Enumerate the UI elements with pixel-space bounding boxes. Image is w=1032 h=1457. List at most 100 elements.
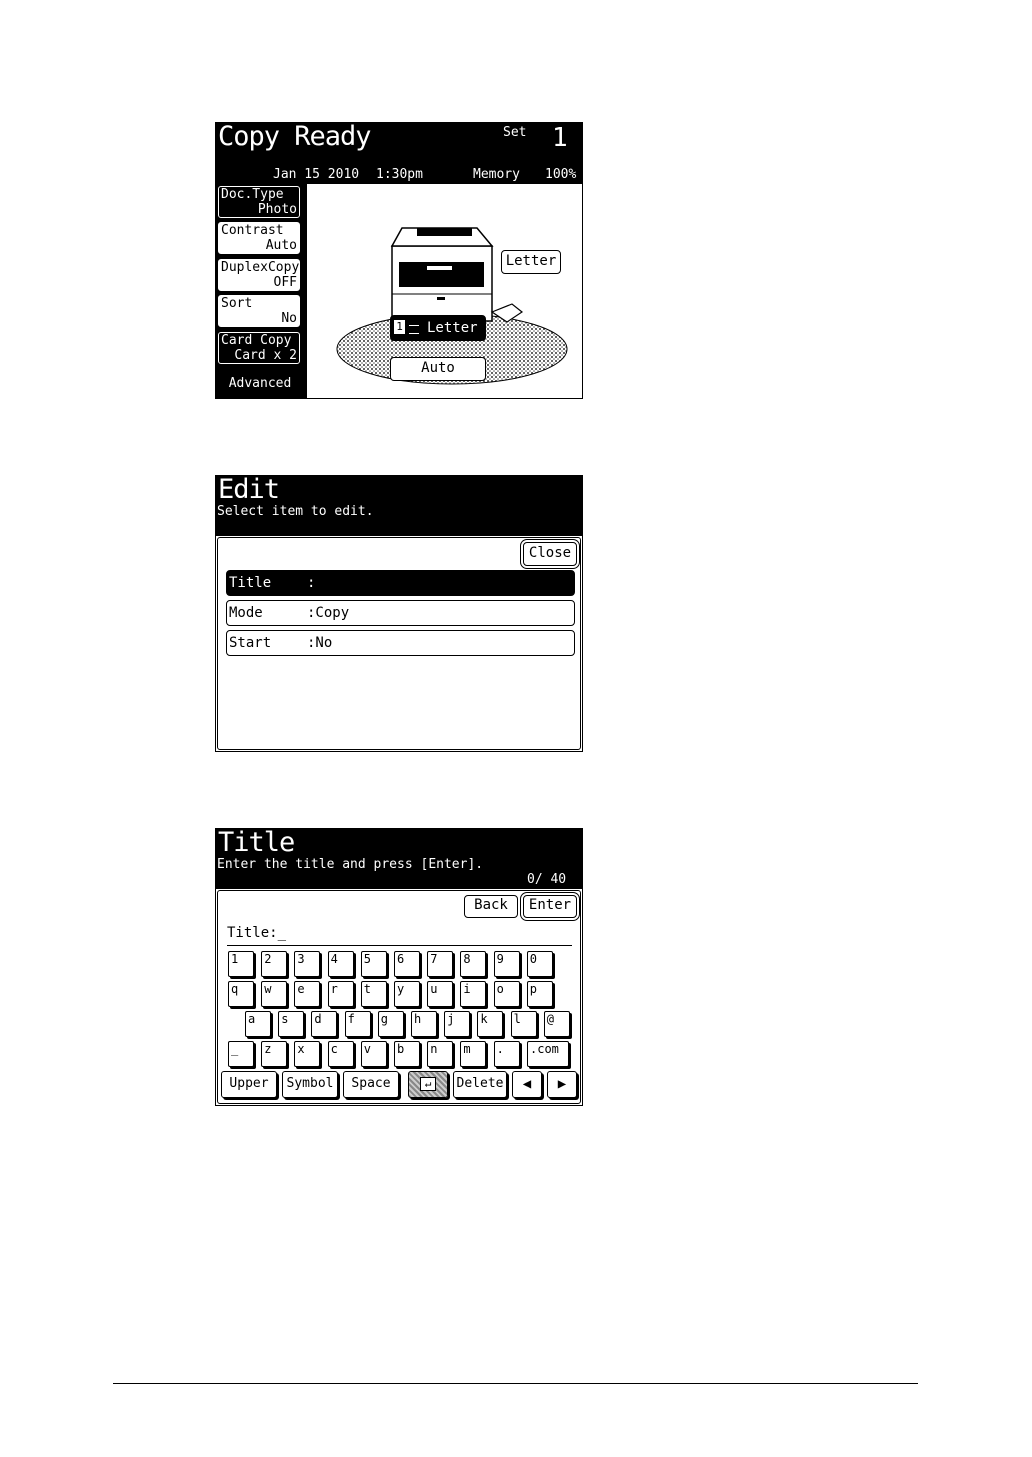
close-button[interactable]: Close <box>523 542 577 566</box>
card-copy-value: Card x 2 <box>234 348 297 363</box>
key-l[interactable]: l <box>510 1011 537 1037</box>
key-k[interactable]: k <box>477 1011 504 1037</box>
title-field[interactable]: Title:_ <box>227 925 286 941</box>
keyboard-panel: Back Enter Title:_ .com Upper Symbol Spa… <box>217 890 581 1104</box>
settings-sidebar: Doc.Type Photo Contrast Auto DuplexCopy … <box>216 184 306 398</box>
duplex-copy-label: DuplexCopy <box>221 260 300 275</box>
cursor-right-button[interactable]: ▶ <box>547 1071 577 1098</box>
key-i[interactable]: i <box>460 981 487 1007</box>
key-5[interactable]: 5 <box>360 951 387 977</box>
char-counter: 0/ 40 <box>527 872 567 887</box>
key-t[interactable]: t <box>360 981 387 1007</box>
key-f[interactable]: f <box>344 1011 371 1037</box>
key-j[interactable]: j <box>444 1011 471 1037</box>
sort-label: Sort <box>221 296 253 311</box>
enter-button[interactable]: Enter <box>523 895 577 918</box>
cursor-left-button[interactable]: ◀ <box>512 1071 542 1098</box>
edit-row-title[interactable]: Title : <box>226 570 575 596</box>
key-w[interactable]: w <box>261 981 288 1007</box>
row-value: :Copy <box>307 605 350 621</box>
symbol-button[interactable]: Symbol <box>282 1071 338 1098</box>
key-s[interactable]: s <box>278 1011 305 1037</box>
duplex-copy-button[interactable]: DuplexCopy OFF <box>218 259 300 291</box>
key-7[interactable]: 7 <box>427 951 454 977</box>
key-q[interactable]: q <box>228 981 254 1007</box>
memory-value: 100% <box>545 167 577 182</box>
title-entry-title: Title <box>218 828 295 858</box>
key-u[interactable]: u <box>427 981 454 1007</box>
date-text: Jan 15 2010 <box>273 167 360 182</box>
key-z[interactable]: z <box>261 1041 288 1067</box>
arrow-right-icon: ▶ <box>557 1076 567 1092</box>
key-d[interactable]: d <box>311 1011 338 1037</box>
set-label: Set <box>503 125 527 140</box>
key-y[interactable]: y <box>394 981 420 1007</box>
edit-panel: Close Title : Mode :Copy Start :No <box>217 537 581 750</box>
memory-label: Memory <box>473 167 520 182</box>
copy-ready-header: Copy Ready Set 1 Jan 15 2010 1:30pm Memo… <box>216 123 582 184</box>
copy-ready-title: Copy Ready <box>218 122 372 152</box>
contrast-value: Auto <box>265 238 297 253</box>
key-g[interactable]: g <box>377 1011 404 1037</box>
key-9[interactable]: 9 <box>493 951 520 977</box>
set-count: 1 <box>552 123 568 153</box>
advanced-button[interactable]: Advanced <box>216 372 304 396</box>
row-key: Start <box>229 635 272 651</box>
return-icon: ↵ <box>420 1077 436 1091</box>
tray-button[interactable]: 1 Letter <box>390 315 486 341</box>
key-at[interactable]: @ <box>543 1011 570 1037</box>
key-2[interactable]: 2 <box>261 951 288 977</box>
edit-row-mode[interactable]: Mode :Copy <box>226 600 575 626</box>
key-underscore[interactable]: _ <box>228 1041 254 1067</box>
doc-type-button[interactable]: Doc.Type Photo <box>218 186 300 218</box>
return-button[interactable]: ↵ <box>408 1071 448 1098</box>
title-entry-screen: Title Enter the title and press [Enter].… <box>215 828 583 1106</box>
key-h[interactable]: h <box>411 1011 437 1037</box>
key-8[interactable]: 8 <box>460 951 487 977</box>
edit-subtitle: Select item to edit. <box>217 504 374 519</box>
key-e[interactable]: e <box>294 981 321 1007</box>
time-text: 1:30pm <box>376 167 423 182</box>
doc-type-label: Doc.Type <box>221 187 284 202</box>
key-period[interactable]: . <box>493 1041 520 1067</box>
sort-button[interactable]: Sort No Sorting <box>218 295 300 341</box>
key-b[interactable]: b <box>394 1041 420 1067</box>
output-paper-button[interactable]: Letter <box>501 250 561 274</box>
key-a[interactable]: a <box>245 1011 271 1037</box>
key-c[interactable]: c <box>327 1041 354 1067</box>
edit-screen: Edit Select item to edit. Close Title : … <box>215 475 583 752</box>
contrast-button[interactable]: Contrast Auto <box>218 222 300 254</box>
edit-row-start[interactable]: Start :No <box>226 630 575 656</box>
card-copy-button[interactable]: Card Copy Card x 2 <box>218 332 300 364</box>
tray-number: 1 <box>394 320 405 334</box>
key-4[interactable]: 4 <box>327 951 354 977</box>
title-entry-subtitle: Enter the title and press [Enter]. <box>217 857 484 872</box>
field-underline <box>227 945 572 946</box>
key-p[interactable]: p <box>526 981 553 1007</box>
space-button[interactable]: Space <box>343 1071 399 1098</box>
key-o[interactable]: o <box>493 981 520 1007</box>
key-x[interactable]: x <box>294 1041 321 1067</box>
edit-header: Edit Select item to edit. <box>216 476 582 536</box>
row-value: :No <box>307 635 333 651</box>
contrast-label: Contrast <box>221 223 284 238</box>
doc-type-value: Photo <box>257 202 297 217</box>
upper-button[interactable]: Upper <box>221 1071 277 1098</box>
tray-label: Letter <box>427 320 478 336</box>
page-footer-rule <box>113 1383 918 1384</box>
key-0[interactable]: 0 <box>526 951 553 977</box>
key-r[interactable]: r <box>327 981 354 1007</box>
key-3[interactable]: 3 <box>294 951 321 977</box>
back-button[interactable]: Back <box>464 895 518 918</box>
row-key: Title <box>229 575 272 591</box>
dotcom-key[interactable]: .com <box>527 1041 569 1067</box>
delete-button[interactable]: Delete <box>453 1071 507 1098</box>
card-copy-label: Card Copy <box>221 333 292 348</box>
key-6[interactable]: 6 <box>394 951 420 977</box>
ratio-button[interactable]: Auto <box>390 357 486 381</box>
key-m[interactable]: m <box>460 1041 487 1067</box>
key-1[interactable]: 1 <box>228 951 254 977</box>
arrow-left-icon: ◀ <box>522 1076 532 1092</box>
key-v[interactable]: v <box>360 1041 387 1067</box>
key-n[interactable]: n <box>427 1041 454 1067</box>
